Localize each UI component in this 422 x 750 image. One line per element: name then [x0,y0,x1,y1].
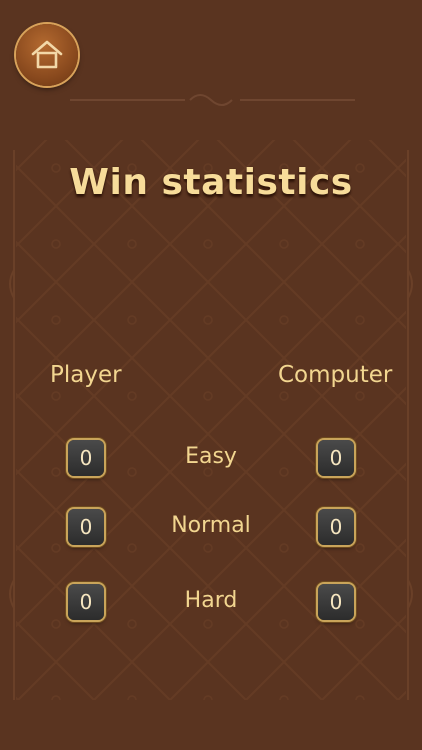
page-title: Win statistics [69,162,353,203]
computer-score-easy: 0 [318,440,354,476]
computer-score-normal: 0 [318,509,354,545]
player-score-normal: 0 [68,509,104,545]
stats-row-hard: 0 Hard 0 [0,584,422,624]
stats-row-easy: 0 Easy 0 [0,440,422,480]
home-icon [31,40,63,69]
level-label-easy: Easy [185,444,237,469]
player-column-header: Player [50,362,122,388]
player-score-hard: 0 [68,584,104,620]
level-label-hard: Hard [184,588,238,613]
home-button[interactable] [16,24,78,86]
stats-row-normal: 0 Normal 0 [0,509,422,549]
computer-column-header: Computer [278,362,393,388]
level-label-normal: Normal [171,513,251,538]
computer-score-hard: 0 [318,584,354,620]
player-score-easy: 0 [68,440,104,476]
